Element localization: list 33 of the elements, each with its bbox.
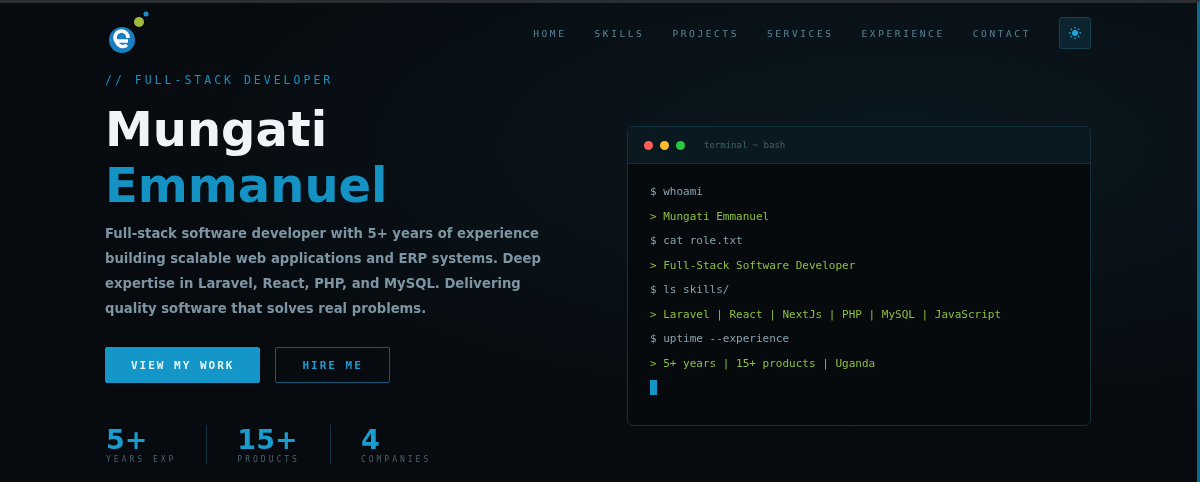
primary-button[interactable]: VIEW MY WORK — [105, 347, 261, 383]
terminal-cursor — [650, 380, 657, 395]
terminal-command: $ whoami — [650, 184, 704, 200]
nav-link[interactable]: SKILLS — [594, 27, 645, 39]
stat-value: 15+ — [237, 425, 299, 455]
nav-link[interactable]: PROJECTS — [672, 27, 739, 39]
terminal-command: $ uptime --experience — [650, 331, 791, 347]
stat-value: 4 — [360, 425, 381, 455]
close-dot-icon[interactable] — [644, 140, 653, 150]
theme-toggle-button[interactable] — [1059, 17, 1091, 49]
hero-description: Full-stack software developer with 5+ years of experience building scalable web applications and ERP systems. Deep expertise in Laravel, React, PHP, and MySQL. Delivering quality software that solves real problems. — [105, 225, 542, 318]
terminal-output: > Full-Stack Software Developer — [650, 257, 857, 274]
nav-link[interactable]: EXPERIENCE — [861, 27, 945, 39]
nav-link[interactable]: SERVICES — [767, 27, 834, 39]
stat-label: YEARS EXP — [106, 455, 177, 464]
nav-link[interactable]: HOME — [533, 27, 567, 39]
terminal-output: > Laravel | React | NextJs | PHP | MySQL | JavaScript — [650, 306, 1002, 323]
stat-label: PRODUCTS — [237, 455, 300, 464]
terminal-command: $ cat role.txt — [650, 233, 744, 249]
eyebrow-text: // FULL-STACK DEVELOPER — [105, 73, 335, 87]
outline-button[interactable]: HIRE ME — [275, 347, 390, 383]
terminal-title: terminal ~ bash — [704, 140, 786, 150]
hero-name: Emmanuel — [105, 157, 389, 213]
nav-link[interactable]: CONTACT — [972, 27, 1031, 39]
minimize-dot-icon[interactable] — [660, 140, 669, 150]
stat-label: COMPANIES — [360, 455, 432, 464]
stat-value: 5+ — [106, 425, 149, 455]
sun-icon — [1068, 26, 1082, 40]
hero-name: Mungati — [105, 101, 329, 157]
terminal-command: $ ls skills/ — [650, 282, 731, 298]
maximize-dot-icon[interactable] — [676, 140, 685, 150]
terminal-output: > 5+ years | 15+ products | Uganda — [650, 355, 877, 372]
terminal-output: > Mungati Emmanuel — [650, 208, 771, 225]
